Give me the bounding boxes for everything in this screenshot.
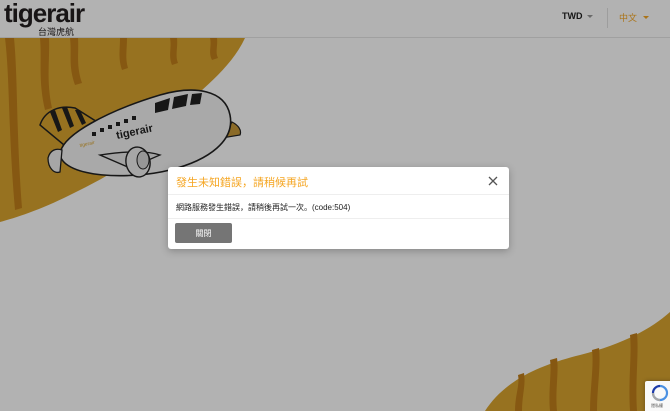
close-button[interactable]: 關閉 bbox=[175, 223, 232, 243]
dialog-message: 網路服務發生錯誤，請稍後再試一次。(code:504) bbox=[176, 203, 351, 212]
recaptcha-privacy-link[interactable]: 隱私權 bbox=[651, 403, 663, 409]
dialog-footer: 關閉 bbox=[168, 219, 509, 249]
close-icon[interactable] bbox=[487, 175, 499, 187]
recaptcha-icon bbox=[651, 384, 669, 402]
recaptcha-badge[interactable]: 隱私權 bbox=[645, 381, 670, 411]
error-dialog: 發生未知錯誤，請稍候再試 網路服務發生錯誤，請稍後再試一次。(code:504)… bbox=[168, 167, 509, 249]
dialog-body: 網路服務發生錯誤，請稍後再試一次。(code:504) bbox=[168, 195, 509, 219]
dialog-header: 發生未知錯誤，請稍候再試 bbox=[168, 167, 509, 195]
dialog-title: 發生未知錯誤，請稍候再試 bbox=[176, 177, 308, 189]
